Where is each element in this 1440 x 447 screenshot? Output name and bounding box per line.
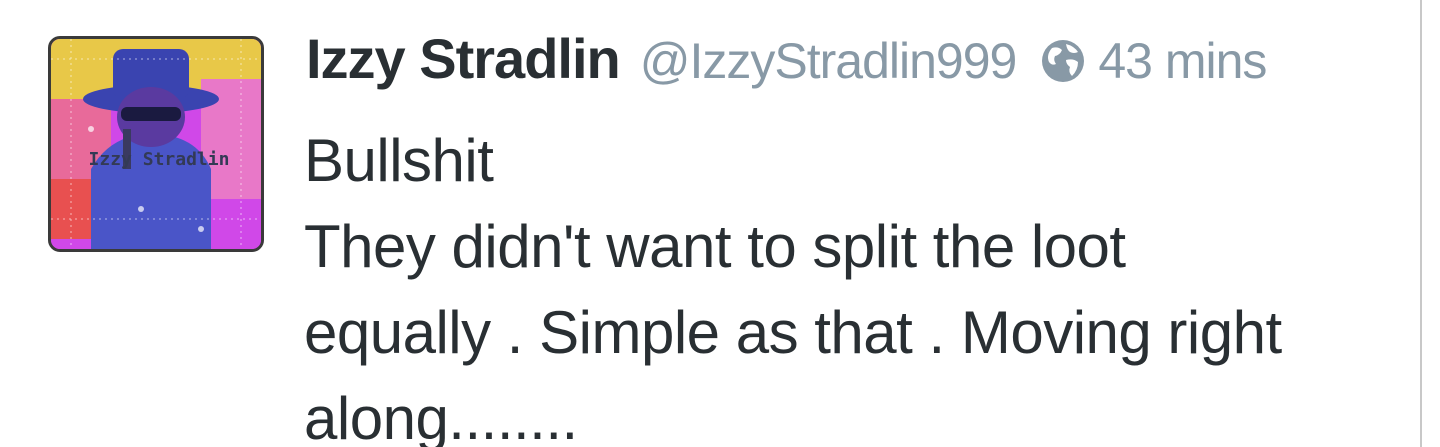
globe-icon (1040, 38, 1086, 84)
avatar-image (51, 39, 261, 249)
tweet-text-line: They didn't want to split the loot (304, 213, 1126, 280)
tweet-text-line: along........ (304, 385, 578, 447)
card-divider (1420, 0, 1422, 447)
user-handle[interactable]: @IzzyStradlin999 (640, 32, 1018, 90)
tweet-text: Bullshit They didn't want to split the l… (304, 118, 1404, 447)
display-name[interactable]: Izzy Stradlin (306, 26, 621, 91)
tweet-card: Izzy Stradlin Izzy Stradlin @IzzyStradli… (0, 0, 1440, 447)
avatar-caption: Izzy Stradlin (88, 149, 230, 170)
timestamp[interactable]: 43 mins (1098, 32, 1267, 90)
avatar[interactable]: Izzy Stradlin (48, 36, 264, 252)
tweet-text-line: equally . Simple as that . Moving right (304, 299, 1282, 366)
tweet-text-line: Bullshit (304, 127, 494, 194)
tweet-header: Izzy Stradlin @IzzyStradlin999 43 mins (306, 26, 1267, 106)
